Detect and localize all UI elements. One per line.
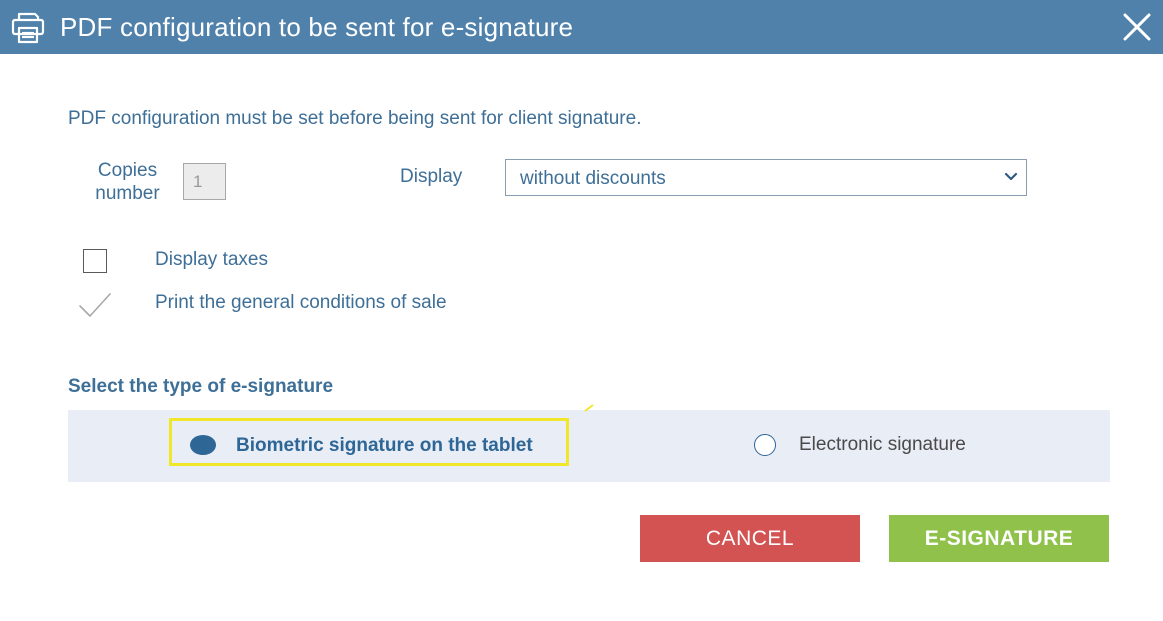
dialog-titlebar: PDF configuration to be sent for e-signa… (0, 0, 1163, 54)
copies-number-label: Copies number (80, 159, 175, 205)
chevron-down-icon (1004, 172, 1018, 181)
checkmark-icon[interactable] (78, 290, 112, 320)
display-taxes-label: Display taxes (155, 249, 268, 270)
highlight-mark-icon (584, 404, 594, 412)
printer-icon (11, 12, 45, 44)
signature-type-heading: Select the type of e-signature (68, 376, 334, 397)
print-conditions-label: Print the general conditions of sale (155, 292, 447, 313)
esignature-dialog: PDF configuration to be sent for e-signa… (0, 0, 1163, 621)
print-conditions-option: Print the general conditions of sale (78, 290, 538, 320)
display-taxes-checkbox[interactable] (83, 249, 107, 273)
esignature-button[interactable]: E-SIGNATURE (889, 515, 1109, 562)
display-label: Display (400, 166, 463, 187)
copies-number-input[interactable] (183, 163, 226, 200)
electronic-radio[interactable] (754, 434, 776, 456)
copies-label-line2: number (95, 183, 160, 204)
display-taxes-option: Display taxes (78, 247, 378, 277)
cancel-button[interactable]: CANCEL (640, 515, 860, 562)
signature-type-panel: Biometric signature on the tablet Electr… (68, 404, 1110, 482)
electronic-signature-label: Electronic signature (799, 434, 966, 455)
display-selected-value: without discounts (520, 168, 666, 189)
display-select[interactable]: without discounts (505, 159, 1027, 196)
copies-label-line1: Copies (97, 160, 158, 181)
biometric-signature-option[interactable]: Biometric signature on the tablet (169, 418, 569, 466)
dialog-title: PDF configuration to be sent for e-signa… (60, 12, 574, 42)
biometric-signature-label: Biometric signature on the tablet (236, 435, 533, 456)
close-icon[interactable] (1120, 10, 1154, 44)
biometric-radio-selected[interactable] (190, 435, 216, 455)
intro-text: PDF configuration must be set before bei… (68, 108, 642, 129)
electronic-signature-option[interactable]: Electronic signature (752, 430, 1032, 462)
